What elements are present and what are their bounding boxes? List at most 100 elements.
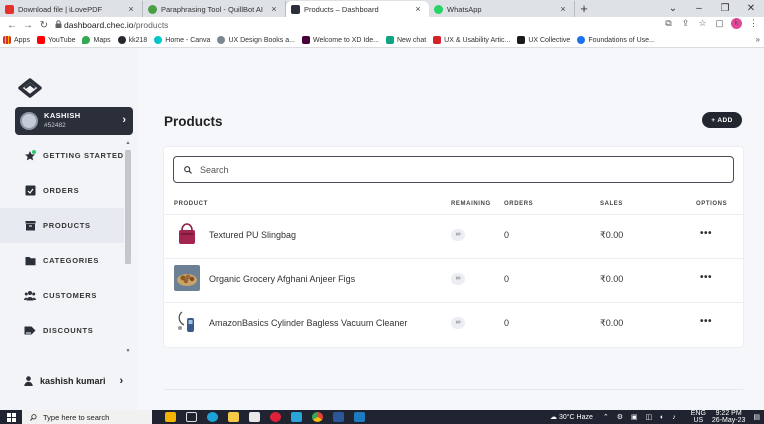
taskbar-search-placeholder: Type here to search [43,412,110,422]
reload-icon[interactable]: ↻ [36,20,52,31]
vscode-icon[interactable] [354,412,365,422]
search-input[interactable]: Search [173,156,734,183]
column-header-remaining[interactable]: REMAINING [451,201,491,207]
bookmark-kk218[interactable]: kk218 [117,36,147,44]
browser-menu-icon[interactable]: ⋮ [745,18,762,29]
profile-avatar[interactable]: k [731,18,742,29]
browser-tab-quillbot[interactable]: Paraphrasing Tool - QuillBot AI × [143,1,286,17]
add-product-button[interactable]: + ADD [702,112,742,128]
word-icon[interactable] [333,412,344,422]
remaining-badge: ∞ [451,229,465,241]
bookmark-ux-books[interactable]: UX Design Books a... [217,36,295,44]
remaining-badge: ∞ [451,317,465,329]
row-options-icon[interactable]: ••• [700,228,712,239]
sidebar-item-label: GETTING STARTED [43,151,124,160]
product-name[interactable]: Organic Grocery Afghani Anjeer Figs [209,274,355,284]
window-close-icon[interactable]: ✕ [738,0,764,17]
file-explorer-icon[interactable] [228,412,239,422]
browser-tab-products[interactable]: Products – Dashboard × [286,1,429,17]
bookmark-label: YouTube [47,36,76,44]
browser-tab-whatsapp[interactable]: WhatsApp × [429,1,575,17]
main-content: Products + ADD Search PRODUCT REMAINING … [146,48,764,410]
tray-icons[interactable]: ⌃ ⚙ ▣ ◫ ◐ ♪ [603,413,679,421]
minimize-icon[interactable]: – [686,0,712,17]
account-switcher[interactable]: KASHISH #52482 › [15,107,133,135]
clock[interactable]: 9:22 PM 26-May-23 [712,410,745,424]
lock-icon[interactable] [52,20,64,30]
product-name[interactable]: Textured PU Slingbag [209,230,296,240]
tab-close-icon[interactable]: × [269,4,279,14]
sidebar-item-orders[interactable]: ORDERS [0,173,124,208]
row-options-icon[interactable]: ••• [700,316,712,327]
taskbar-search-input[interactable]: Type here to search [22,410,152,424]
sidebar-item-customers[interactable]: CUSTOMERS [0,278,124,313]
bookmark-apps[interactable]: Apps [3,36,30,44]
product-name[interactable]: AmazonBasics Cylinder Bagless Vacuum Cle… [209,318,407,328]
bookmark-canva[interactable]: Home - Canva [154,36,210,44]
scroll-up-icon[interactable]: ▲ [124,140,132,146]
edge-icon[interactable] [207,412,218,422]
scrollbar-thumb[interactable] [125,150,131,264]
region-label: US [693,417,704,424]
bookmark-xd[interactable]: Welcome to XD Ide... [301,36,379,44]
maximize-icon[interactable]: ❐ [712,0,738,17]
table-row[interactable]: AmazonBasics Cylinder Bagless Vacuum Cle… [164,302,743,346]
chec-logo-icon[interactable] [17,78,43,98]
back-icon[interactable]: ← [4,20,20,31]
bookmark-label: Welcome to XD Ide... [312,36,379,44]
sidebar-item-categories[interactable]: CATEGORIES [0,243,124,278]
user-menu[interactable]: kashish kumari › [24,375,123,387]
column-header-orders[interactable]: ORDERS [504,201,533,207]
bookmark-ux-usability[interactable]: UX & Usability Artic... [433,36,510,44]
user-name: kashish kumari [40,376,106,386]
sidebar-item-discounts[interactable]: DISCOUNTS [0,313,124,348]
table-row[interactable]: Organic Grocery Afghani Anjeer Figs ∞ 0 … [164,258,743,302]
widgets-icon[interactable] [165,412,176,422]
bookmark-star-icon[interactable]: ☆ [694,18,711,29]
discounts-icon [24,325,36,337]
task-view-icon[interactable] [186,412,197,422]
chrome-icon[interactable] [312,412,323,422]
browser-tab-ilovepdf[interactable]: Download file | iLovePDF × [0,1,143,17]
forward-icon[interactable]: → [20,20,36,31]
windows-start-icon[interactable] [0,410,22,424]
ilovepdf-favicon-icon [5,5,14,14]
tab-close-icon[interactable]: × [558,4,568,14]
store-icon[interactable] [249,412,260,422]
column-header-product[interactable]: PRODUCT [174,201,208,207]
bookmark-ux-collective[interactable]: UX Collective [517,36,570,44]
language-indicator[interactable]: ENG US [691,410,706,424]
share-icon[interactable]: ⇪ [677,18,694,29]
url-input[interactable]: dashboard.chec.io/products [64,20,168,30]
products-card: Search PRODUCT REMAINING ORDERS SALES OP… [164,147,743,347]
notifications-icon[interactable]: ▤ [753,413,760,421]
side-panel-icon[interactable]: ▢ [711,18,728,29]
bookmark-youtube[interactable]: YouTube [36,36,76,44]
tab-search-icon[interactable]: ⌄ [660,0,686,17]
new-tab-button[interactable]: + [575,1,593,17]
sidebar-scrollbar[interactable]: ▲ ▼ [124,140,132,354]
scroll-down-icon[interactable]: ▼ [124,348,132,354]
table-row[interactable]: Textured PU Slingbag ∞ 0 ₹0.00 ••• [164,214,743,258]
row-options-icon[interactable]: ••• [700,272,712,283]
bookmark-new-chat[interactable]: New chat [385,36,426,44]
tab-close-icon[interactable]: × [413,4,423,14]
bookmark-maps[interactable]: Maps [82,36,111,44]
install-app-icon[interactable]: ⧉ [660,18,677,29]
adobe-xd-icon [301,36,310,44]
opera-icon[interactable] [270,412,281,422]
sidebar-item-products[interactable]: PRODUCTS [0,208,124,243]
column-header-sales[interactable]: SALES [600,201,623,207]
orders-icon [24,185,36,197]
table-header: PRODUCT REMAINING ORDERS SALES OPTIONS [164,199,743,213]
bookmark-foundations[interactable]: Foundations of Use... [577,36,655,44]
sidebar-item-getting-started[interactable]: GETTING STARTED [0,138,124,173]
mail-icon[interactable] [291,412,302,422]
lang-label: ENG [690,410,706,417]
customers-icon [24,290,36,302]
weather-widget[interactable]: ☁ 30°C Haze [550,413,593,421]
tab-close-icon[interactable]: × [126,4,136,14]
weather-text: 30°C Haze [558,414,593,421]
product-thumbnail [174,265,200,291]
bookmarks-overflow-icon[interactable]: » [756,35,760,44]
